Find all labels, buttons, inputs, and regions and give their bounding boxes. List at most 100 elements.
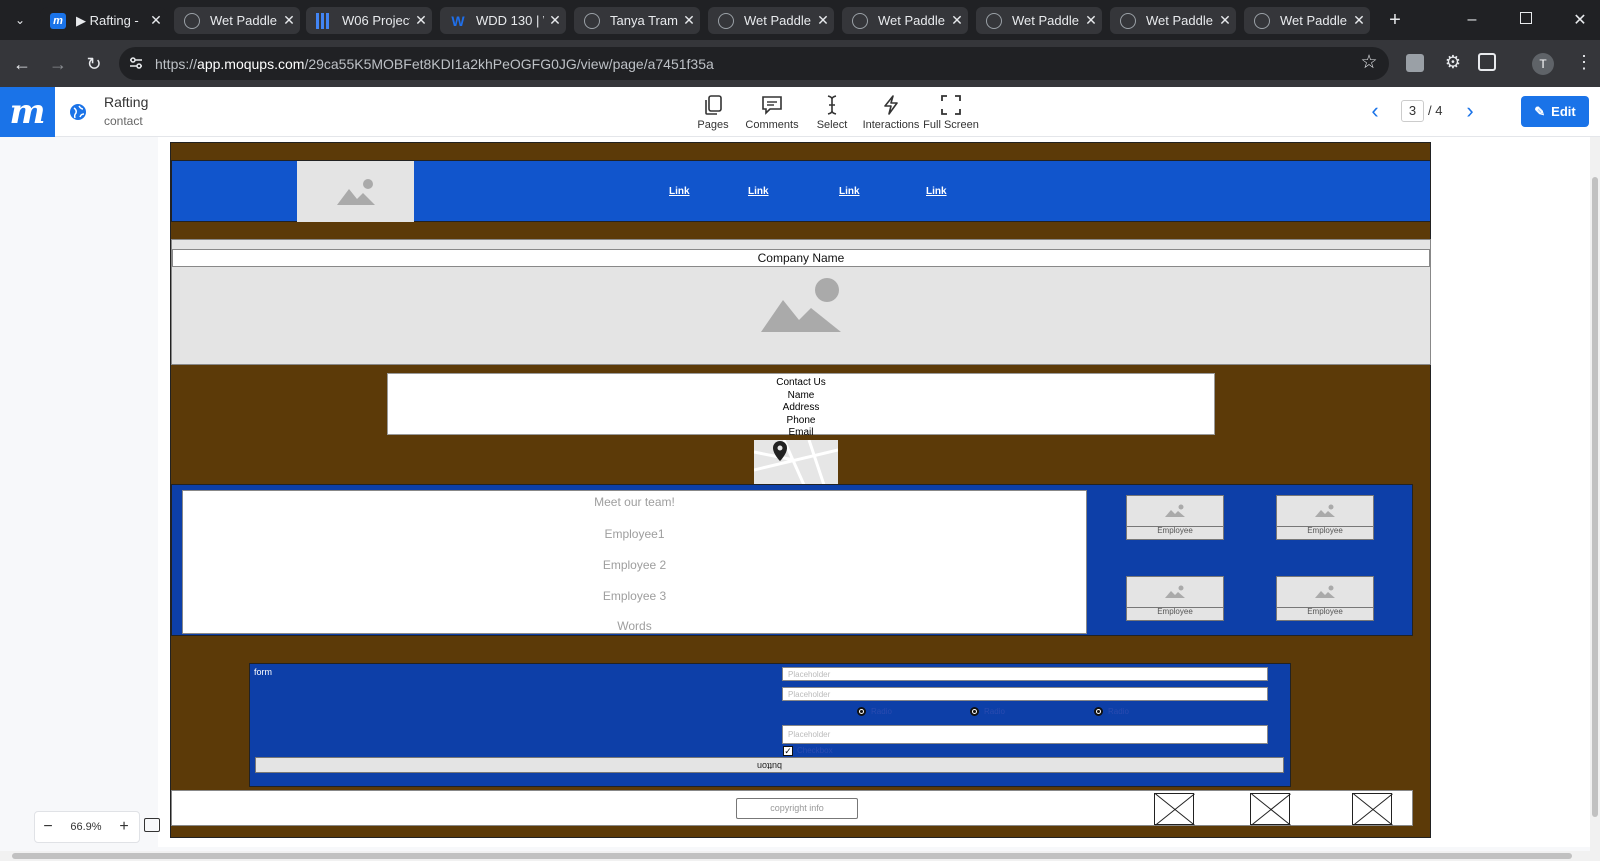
minimize-icon[interactable]: – — [1460, 8, 1484, 32]
page-number-input[interactable]: 3 — [1401, 100, 1424, 122]
w-logo-icon: W — [451, 12, 465, 29]
browser-tab[interactable]: Wet Paddle ✕ — [1110, 7, 1236, 34]
globe-icon — [184, 12, 200, 29]
extension-gear-icon[interactable]: ⚙ — [1441, 50, 1465, 74]
close-icon[interactable]: ✕ — [678, 12, 700, 29]
browser-tab[interactable]: Wet Paddle ✕ — [842, 7, 968, 34]
next-page-chevron-icon[interactable]: › — [1459, 98, 1481, 124]
fit-to-screen-icon[interactable] — [144, 818, 160, 832]
globe-icon — [986, 12, 1002, 29]
placeholder-input[interactable]: Placeholder — [782, 725, 1268, 744]
scrollbar-thumb[interactable] — [12, 853, 1572, 859]
prev-page-chevron-icon[interactable]: ‹ — [1364, 98, 1386, 124]
fullscreen-button[interactable]: Full Screen — [920, 92, 982, 131]
back-arrow-icon[interactable]: ← — [9, 51, 35, 77]
interactions-button[interactable]: Interactions — [860, 92, 922, 131]
placeholder-input[interactable]: Placeholder — [782, 687, 1268, 701]
edit-button[interactable]: ✎ Edit — [1521, 96, 1589, 127]
radio-button[interactable] — [1094, 707, 1103, 716]
forward-arrow-icon[interactable]: → — [45, 51, 71, 77]
image-icon — [1126, 576, 1224, 608]
close-icon[interactable]: ✕ — [410, 12, 432, 29]
comments-button[interactable]: Comments — [741, 92, 803, 131]
project-title: Rafting — [104, 94, 149, 110]
contact-address: Address — [782, 402, 820, 413]
text-cursor-icon — [827, 95, 837, 115]
star-bookmark-icon[interactable]: ☆ — [1357, 50, 1381, 74]
browser-tab[interactable]: Wet Paddle ✕ — [1244, 7, 1370, 34]
radio-label: Radio — [984, 707, 1005, 716]
browser-tab[interactable]: W06 Project ✕ — [306, 7, 432, 34]
team-text-box: Meet our team! Employee1 Employee 2 Empl… — [182, 490, 1087, 634]
reload-icon[interactable]: ↻ — [81, 51, 107, 77]
close-icon[interactable]: ✕ — [278, 12, 300, 29]
employee-card: Employee — [1126, 495, 1224, 541]
social-icon-placeholder[interactable] — [1154, 793, 1194, 825]
browser-menu-icon[interactable]: ⋮ — [1574, 50, 1594, 74]
restore-icon[interactable] — [1520, 12, 1532, 24]
contact-box: Contact Us Name Address Phone Email — [387, 373, 1215, 438]
zoom-out-icon[interactable]: − — [35, 818, 61, 836]
scrollbar-thumb[interactable] — [1592, 177, 1598, 817]
close-icon[interactable]: ✕ — [1214, 12, 1236, 29]
nav-link[interactable]: Link — [669, 186, 690, 197]
profile-avatar[interactable]: T — [1532, 53, 1554, 75]
extensions-puzzle-icon[interactable] — [1478, 53, 1496, 71]
close-window-icon[interactable]: ✕ — [1568, 8, 1592, 32]
employee-caption: Employee — [1276, 527, 1374, 540]
mockup-page: Link Link Link Link Company Name Contact… — [170, 142, 1431, 838]
edit-label: Edit — [1551, 104, 1576, 119]
close-icon[interactable]: ✕ — [812, 12, 834, 29]
form-label: form — [254, 667, 272, 677]
checkbox[interactable]: ✓ — [783, 746, 793, 756]
vertical-scrollbar[interactable] — [1590, 137, 1600, 852]
site-info-tune-icon[interactable] — [128, 55, 144, 71]
nav-link[interactable]: Link — [748, 186, 769, 197]
header-nav: Link Link Link Link — [171, 160, 1431, 222]
lightning-icon — [884, 95, 898, 115]
social-icon-placeholder[interactable] — [1250, 793, 1290, 825]
fullscreen-icon — [941, 95, 961, 115]
contact-title: Contact Us — [776, 377, 826, 388]
select-button[interactable]: Select — [801, 92, 863, 131]
close-icon[interactable]: ✕ — [544, 12, 566, 29]
radio-label: Radio — [871, 707, 892, 716]
select-label: Select — [816, 119, 848, 131]
horizontal-scrollbar[interactable] — [0, 851, 1600, 861]
employee-caption: Employee — [1276, 608, 1374, 621]
browser-tab[interactable]: W WDD 130 | W ✕ — [440, 7, 566, 34]
team-employee-1: Employee1 — [604, 527, 665, 541]
globe-icon[interactable] — [69, 103, 87, 121]
tab-search-chevron-icon[interactable]: ⌄ — [10, 10, 30, 30]
team-section: Meet our team! Employee1 Employee 2 Empl… — [171, 484, 1413, 636]
close-icon[interactable]: ✕ — [1348, 12, 1370, 29]
placeholder-input[interactable]: Placeholder — [782, 667, 1268, 681]
employee-caption: Employee — [1126, 527, 1224, 540]
radio-button[interactable] — [970, 707, 979, 716]
close-icon[interactable]: ✕ — [1080, 12, 1102, 29]
close-icon[interactable]: ✕ — [946, 12, 968, 29]
browser-tab[interactable]: Wet Paddle ✕ — [174, 7, 300, 34]
nav-link[interactable]: Link — [839, 186, 860, 197]
close-icon[interactable]: ✕ — [145, 12, 167, 29]
moqups-logo[interactable]: m — [0, 87, 55, 137]
form-submit-button[interactable]: button — [255, 757, 1284, 773]
new-tab-plus-icon[interactable]: + — [1383, 8, 1407, 32]
page-name: contact — [104, 114, 143, 128]
pages-icon — [705, 95, 722, 115]
contact-email: Email — [788, 427, 814, 438]
social-icon-placeholder[interactable] — [1352, 793, 1392, 825]
browser-tab[interactable]: Tanya Tramp ✕ — [574, 7, 700, 34]
team-heading: Meet our team! — [594, 495, 675, 509]
radio-button[interactable] — [857, 707, 866, 716]
url-field[interactable]: https://app.moqups.com/29ca55K5MOBFet8KD… — [119, 47, 1389, 80]
zoom-in-icon[interactable]: + — [111, 818, 137, 836]
browser-tab[interactable]: Wet Paddle ✕ — [708, 7, 834, 34]
extension-translate-icon[interactable] — [1406, 54, 1424, 72]
pages-button[interactable]: Pages — [682, 92, 744, 131]
browser-tab[interactable]: m ▶ Rafting - ✕ — [40, 7, 167, 34]
url-prefix: https:// — [155, 55, 198, 72]
browser-tab[interactable]: Wet Paddle ✕ — [976, 7, 1102, 34]
nav-link[interactable]: Link — [926, 186, 947, 197]
chart-bars-icon — [316, 12, 332, 29]
